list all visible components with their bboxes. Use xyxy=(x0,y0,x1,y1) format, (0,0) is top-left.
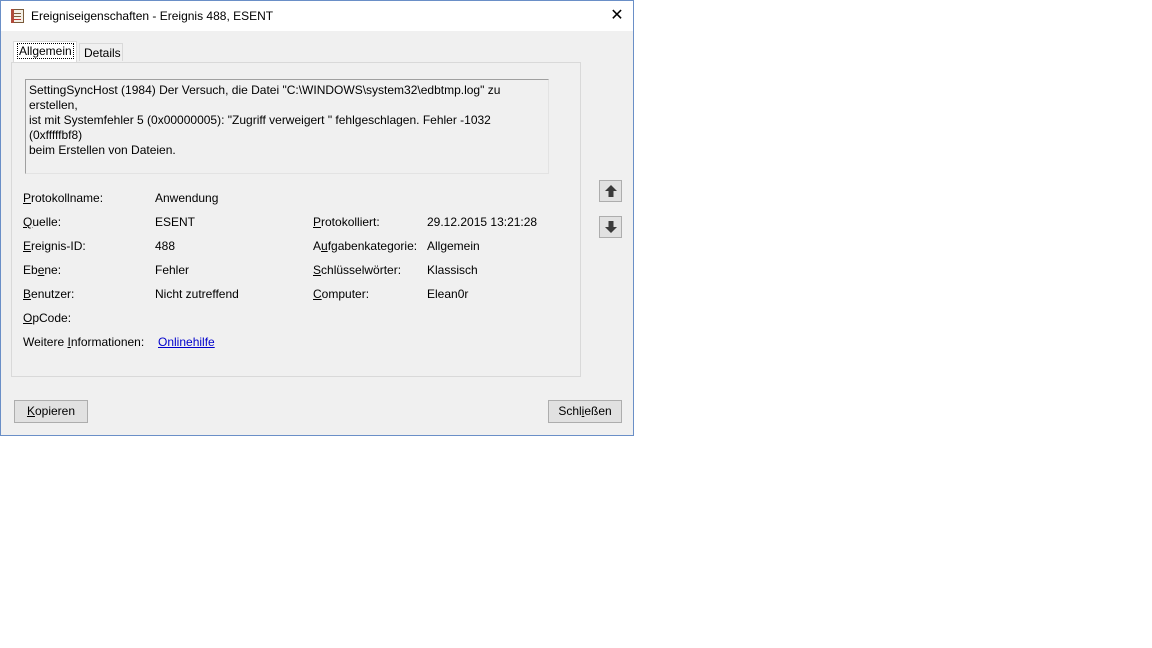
value-computer: Elean0r xyxy=(427,287,469,301)
onlinehilfe-link[interactable]: Onlinehilfe xyxy=(158,335,215,349)
tab-panel-general: SettingSyncHost (1984) Der Versuch, die … xyxy=(11,62,581,377)
label-aufgabenkategorie: Aufgabenkategorie: xyxy=(313,239,418,253)
label-schluesselwoerter: Schlüsselwörter: xyxy=(313,263,402,277)
label-protokollname: Protokollname: xyxy=(23,191,104,205)
arrow-down-icon xyxy=(605,221,617,233)
event-viewer-icon xyxy=(11,9,24,23)
copy-button[interactable]: Kopieren xyxy=(14,400,88,423)
value-aufgabenkategorie: Allgemein xyxy=(427,239,480,253)
close-icon[interactable]: ✕ xyxy=(601,1,633,31)
tab-allgemein-label: Allgemein xyxy=(17,43,74,59)
value-ebene: Fehler xyxy=(155,263,190,277)
tab-details-label: Details xyxy=(84,46,121,60)
value-protokollname: Anwendung xyxy=(155,191,219,205)
arrow-up-icon xyxy=(605,185,617,197)
close-button[interactable]: Schließen xyxy=(548,400,622,423)
value-ereignis-id: 488 xyxy=(155,239,176,253)
window-title: Ereigniseigenschaften - Ereignis 488, ES… xyxy=(31,9,274,23)
label-quelle: Quelle: xyxy=(23,215,62,229)
label-protokolliert: Protokolliert: xyxy=(313,215,380,229)
value-schluesselwoerter: Klassisch xyxy=(427,263,478,277)
label-benutzer: Benutzer: xyxy=(23,287,75,301)
title-bar[interactable]: Ereigniseigenschaften - Ereignis 488, ES… xyxy=(1,1,633,31)
event-description[interactable]: SettingSyncHost (1984) Der Versuch, die … xyxy=(25,79,549,174)
next-event-button[interactable] xyxy=(599,216,622,238)
label-opcode: OpCode: xyxy=(23,311,72,325)
value-benutzer: Nicht zutreffend xyxy=(155,287,239,301)
tab-details[interactable]: Details xyxy=(79,43,123,61)
previous-event-button[interactable] xyxy=(599,180,622,202)
value-protokolliert: 29.12.2015 13:21:28 xyxy=(427,215,538,229)
label-weitere-informationen: Weitere Informationen: xyxy=(23,335,145,349)
label-computer: Computer: xyxy=(313,287,370,301)
tab-allgemein[interactable]: Allgemein xyxy=(13,41,77,62)
event-properties-window: Ereigniseigenschaften - Ereignis 488, ES… xyxy=(0,0,634,436)
value-quelle: ESENT xyxy=(155,215,196,229)
label-ereignis-id: Ereignis-ID: xyxy=(23,239,86,253)
label-ebene: Ebene: xyxy=(23,263,62,277)
